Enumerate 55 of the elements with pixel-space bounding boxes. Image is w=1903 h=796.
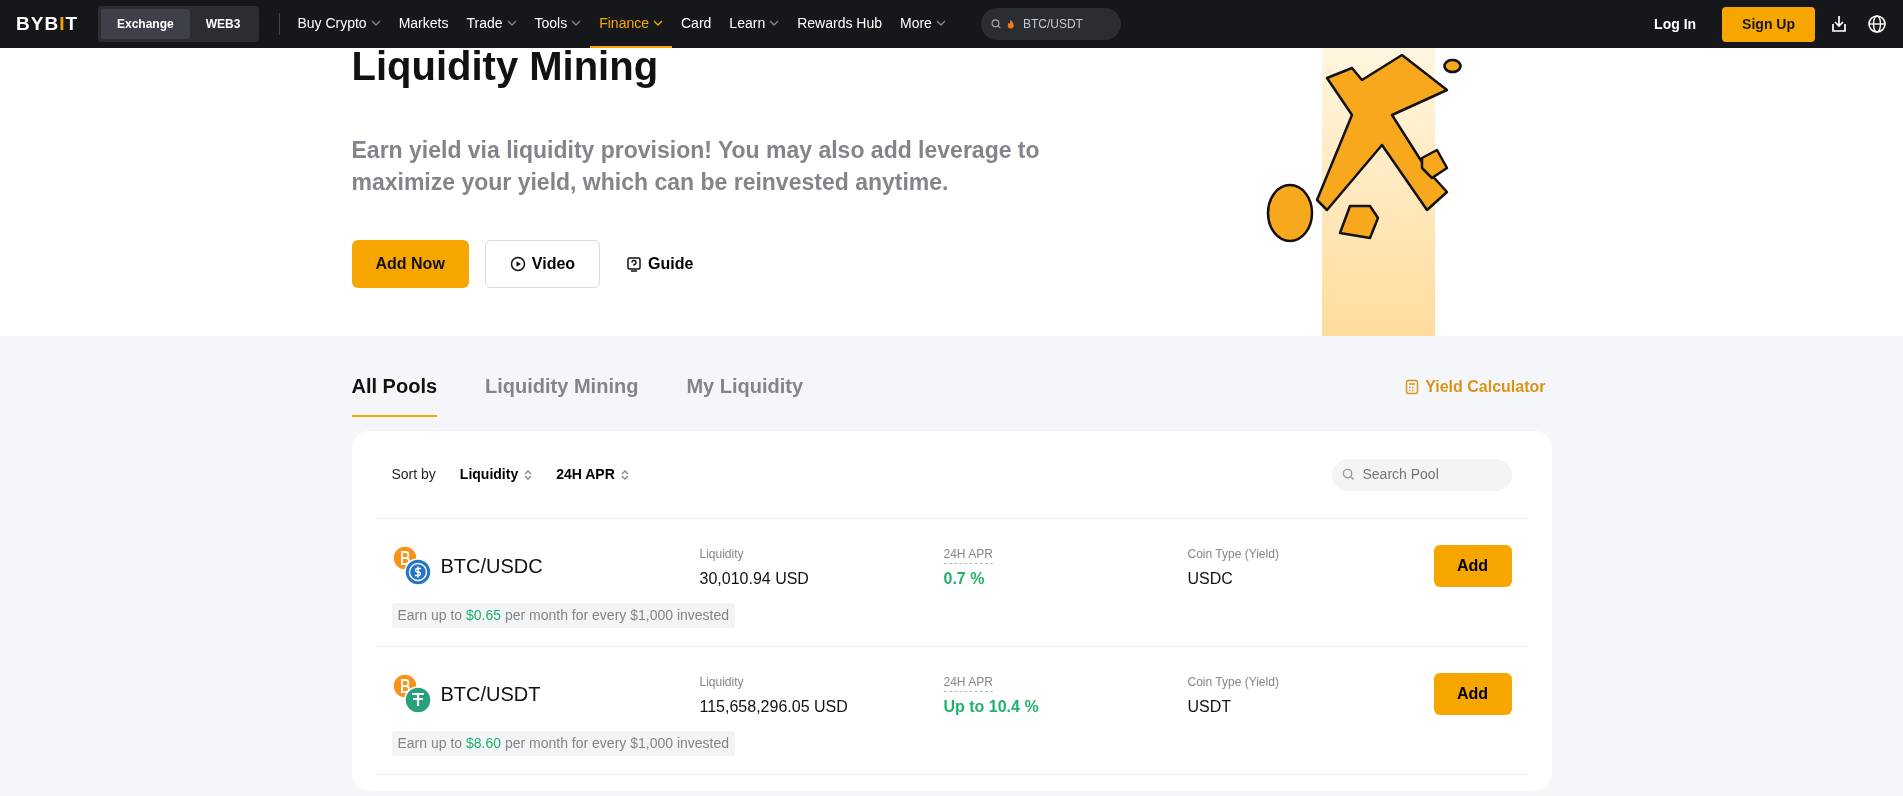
pool-search-field[interactable]: Search Pool	[1360, 463, 1501, 486]
logo[interactable]: BYBIT	[16, 9, 78, 39]
search-field[interactable]: BTC/USDT	[1020, 14, 1111, 34]
pool-pair-name: BTC/USDC	[440, 554, 543, 579]
search-icon	[1341, 468, 1355, 481]
sort-icon	[524, 468, 533, 481]
chevron-down-icon	[935, 18, 946, 28]
chevron-down-icon	[769, 18, 780, 28]
platform-switch[interactable]: Exchange WEB3	[98, 6, 260, 42]
column-value: 115,658,296.05 USD	[699, 697, 849, 717]
chevron-down-icon	[653, 18, 663, 28]
pool-tab[interactable]: All Pools	[351, 370, 438, 417]
search-box[interactable]: BTC/USDT	[980, 8, 1121, 40]
earnings-note: Earn up to $0.65 per month for every $1,000 invested	[391, 603, 736, 628]
column-label: Coin Type (Yield)	[1187, 546, 1279, 563]
page-subtitle: Earn yield via liquidity provision! You may also add leverage to maximize your yield, which can be reinvested anytime.	[351, 136, 1041, 198]
download-icon[interactable]	[1829, 14, 1849, 34]
column-value: Up to 10.4 %	[943, 697, 1040, 717]
sort-label: Sort by	[391, 465, 436, 484]
flame-icon	[1007, 18, 1015, 30]
nav-link[interactable]: Learn	[720, 0, 789, 48]
globe-icon[interactable]	[1867, 14, 1887, 34]
column-value: 0.7 %	[943, 569, 986, 589]
sort-option[interactable]: 24H APR	[556, 464, 629, 485]
column-label: Liquidity	[699, 674, 744, 691]
login-link[interactable]: Log In	[1648, 12, 1703, 36]
column-value: 30,010.94 USD	[699, 569, 810, 589]
column-label: Coin Type (Yield)	[1187, 674, 1279, 691]
column-label: 24H APR	[943, 673, 993, 692]
sort-option[interactable]: Liquidity	[459, 464, 533, 485]
video-button[interactable]: Video	[484, 240, 601, 289]
pool-search-box[interactable]: Search Pool	[1331, 458, 1512, 491]
coin-pair-icon	[391, 673, 433, 715]
calculator-icon	[1405, 379, 1420, 395]
column-value: USDC	[1187, 569, 1234, 589]
signup-button[interactable]: Sign Up	[1722, 6, 1815, 42]
coin-pair-icon	[391, 545, 433, 587]
column-label: Liquidity	[699, 546, 744, 563]
add-button[interactable]: Add	[1433, 545, 1512, 587]
add-now-button[interactable]: Add Now	[351, 240, 469, 289]
pool-pair-name: BTC/USDT	[440, 682, 541, 707]
chevron-down-icon	[571, 18, 582, 28]
search-icon	[990, 17, 1002, 31]
column-value: USDT	[1187, 697, 1233, 717]
sort-icon	[620, 468, 629, 481]
chevron-down-icon	[370, 18, 381, 28]
add-button[interactable]: Add	[1433, 673, 1512, 715]
play-icon	[509, 256, 526, 273]
column-label: 24H APR	[943, 545, 993, 564]
chevron-down-icon	[506, 18, 517, 28]
guide-link[interactable]: Guide	[616, 252, 704, 277]
earnings-note: Earn up to $8.60 per month for every $1,000 invested	[391, 731, 736, 756]
nav-link[interactable]: More	[891, 0, 955, 48]
nav-link[interactable]: Card	[672, 0, 721, 48]
nav-link[interactable]: Rewards Hub	[788, 0, 891, 48]
